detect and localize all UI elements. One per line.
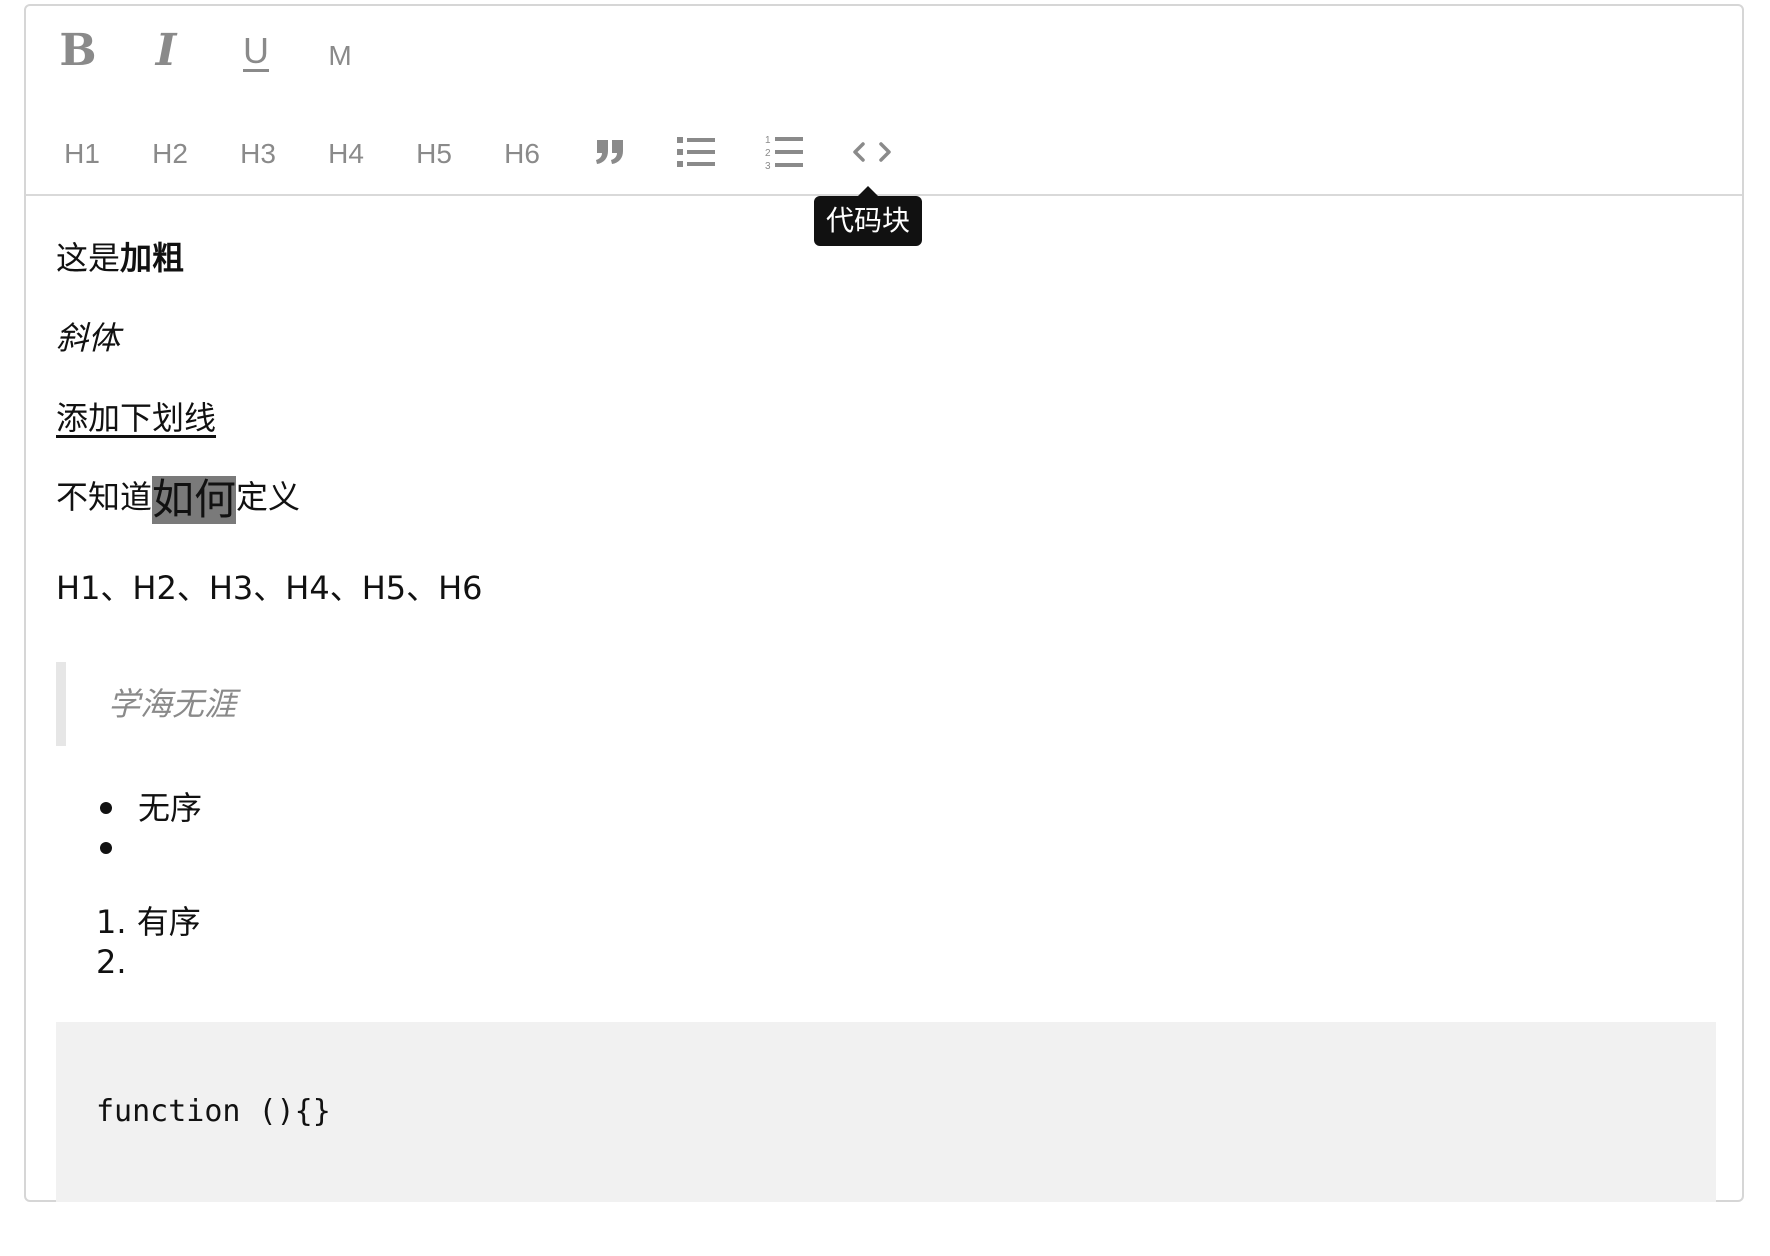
ordered-list-icon: 1 2 3 <box>765 135 803 171</box>
ordered-list-item: 2. <box>96 942 127 982</box>
heading-6-button[interactable]: H6 <box>492 134 552 174</box>
blockquote-text: 学海无涯 <box>108 685 237 723</box>
bold-paragraph-prefix: 这是 <box>56 239 121 277</box>
svg-text:1: 1 <box>765 135 771 146</box>
list-item-text: 有序 <box>136 903 201 941</box>
code-icon <box>853 142 891 162</box>
bold-paragraph: 这是加粗 <box>56 238 184 278</box>
unordered-list-icon <box>677 137 715 167</box>
heading-5-button[interactable]: H5 <box>404 134 464 174</box>
list-item: 无序 <box>100 788 202 828</box>
heading-4-button[interactable]: H4 <box>316 134 376 174</box>
unordered-list-button[interactable] <box>672 130 720 174</box>
rich-text-editor: B I U M H1 H2 H3 H4 H5 H6 1 2 3 代码块 这是加粗… <box>24 4 1744 1202</box>
bold-text: 加粗 <box>120 239 185 277</box>
italic-paragraph: 斜体 <box>56 319 121 357</box>
quote-icon <box>596 140 623 164</box>
ordered-list-button[interactable]: 1 2 3 <box>760 130 808 174</box>
underline-paragraph: 添加下划线 <box>56 399 217 437</box>
svg-text:2: 2 <box>765 148 771 159</box>
blockquote-button[interactable] <box>586 130 634 174</box>
code-block: function (){} <box>56 1022 1716 1202</box>
list-item <box>100 828 138 868</box>
editor-toolbar: B I U M H1 H2 H3 H4 H5 H6 1 2 3 <box>26 6 1742 196</box>
underline-button[interactable]: U <box>234 28 278 74</box>
code-text: function (){} <box>96 1094 331 1129</box>
bullet-icon <box>100 802 112 814</box>
marked-text: 如何 <box>152 475 237 524</box>
svg-text:3: 3 <box>765 161 771 171</box>
list-item-text: 无序 <box>138 789 203 827</box>
blockquote: 学海无涯 <box>56 662 1706 746</box>
heading-2-button[interactable]: H2 <box>140 134 200 174</box>
heading-3-button[interactable]: H3 <box>228 134 288 174</box>
headings-paragraph: H1、H2、H3、H4、H5、H6 <box>56 569 483 607</box>
list-number: 1. <box>96 903 127 941</box>
code-block-tooltip: 代码块 <box>814 186 923 246</box>
mark-paragraph: 不知道如何定义 <box>56 476 300 524</box>
list-number: 2. <box>96 943 127 981</box>
ordered-list-item: 1. 有序 <box>96 902 201 942</box>
heading-1-button[interactable]: H1 <box>52 134 112 174</box>
mark-paragraph-suffix: 定义 <box>236 478 301 516</box>
code-block-button[interactable] <box>848 130 896 174</box>
italic-button[interactable]: I <box>144 28 188 74</box>
bullet-icon <box>100 842 112 854</box>
mark-paragraph-prefix: 不知道 <box>56 478 153 516</box>
bold-button[interactable]: B <box>56 28 100 74</box>
mark-button[interactable]: M <box>318 36 362 76</box>
